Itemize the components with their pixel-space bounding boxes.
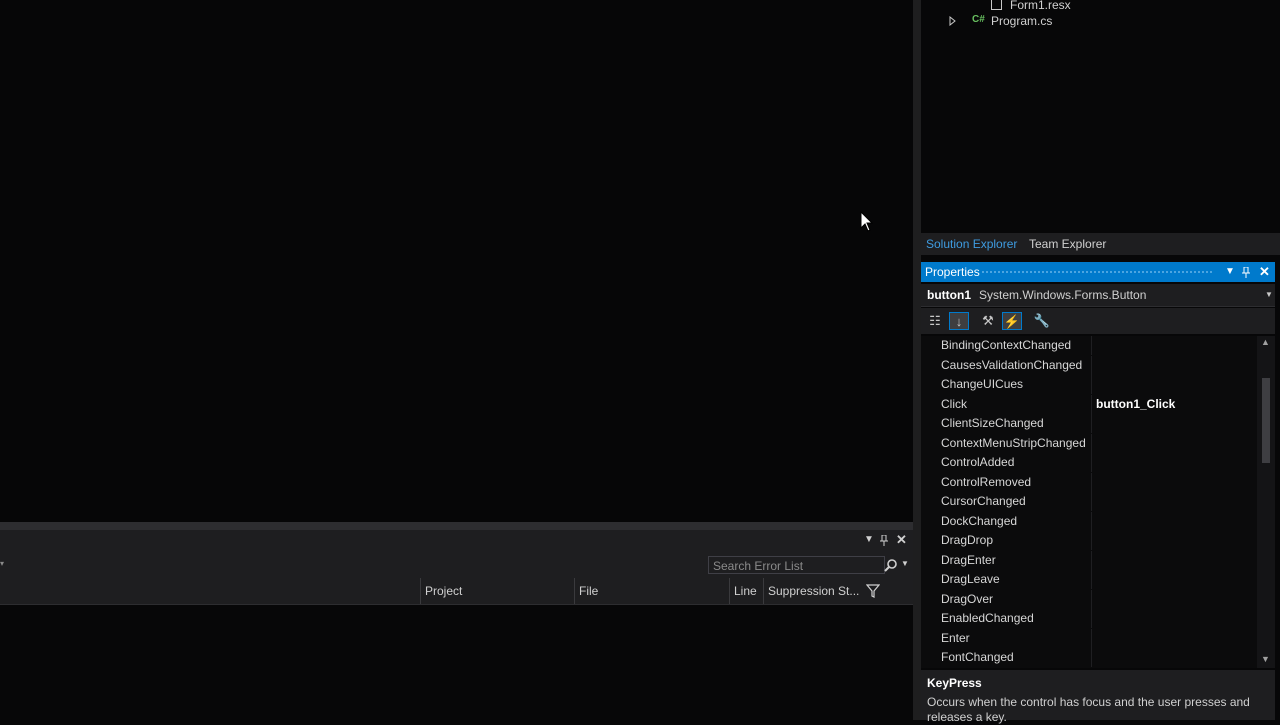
description-text: Occurs when the control has focus and th…: [927, 695, 1250, 724]
event-name: ClientSizeChanged: [941, 416, 1044, 430]
dropdown-arrow-icon[interactable]: ▼: [864, 534, 874, 545]
events-icon[interactable]: ⚡: [1002, 312, 1022, 330]
properties-scrollbar[interactable]: ▲ ▼: [1257, 336, 1275, 668]
expand-arrow-icon[interactable]: [949, 16, 957, 26]
event-name: ContextMenuStripChanged: [941, 435, 1086, 450]
object-type: System.Windows.Forms.Button: [979, 288, 1147, 302]
properties-icon[interactable]: ⚒: [978, 312, 998, 330]
search-icon[interactable]: [884, 558, 898, 572]
event-row[interactable]: DragEnter: [921, 550, 1257, 571]
filter-icon[interactable]: [866, 584, 880, 598]
tab-team-explorer[interactable]: Team Explorer: [1024, 233, 1111, 255]
event-name: CausesValidationChanged: [941, 357, 1083, 372]
event-row[interactable]: DragDrop: [921, 531, 1257, 551]
object-name: button1: [927, 288, 971, 302]
event-name: DragEnter: [941, 552, 996, 567]
event-row[interactable]: FontChanged: [921, 648, 1257, 668]
event-row[interactable]: DragLeave: [921, 570, 1257, 590]
pin-icon[interactable]: [880, 535, 888, 546]
event-name: FontChanged: [941, 650, 1014, 664]
tree-item-program-cs[interactable]: C# Program.cs: [949, 13, 1169, 29]
csharp-file-icon: C#: [972, 14, 985, 25]
event-row[interactable]: Enter: [921, 628, 1257, 649]
tab-solution-explorer[interactable]: Solution Explorer: [921, 233, 1022, 255]
scroll-down-icon[interactable]: ▼: [1261, 654, 1270, 664]
column-project[interactable]: Project: [420, 578, 574, 604]
alphabetical-icon[interactable]: ↓: [949, 312, 969, 330]
column-suppression-state[interactable]: Suppression St...: [763, 578, 863, 604]
event-name: BindingContextChanged: [941, 338, 1072, 352]
pin-icon[interactable]: [1242, 267, 1250, 278]
event-row[interactable]: ContextMenuStripChanged: [921, 433, 1257, 454]
event-name: EnabledChanged: [941, 611, 1034, 625]
event-row[interactable]: ControlRemoved: [921, 472, 1257, 493]
error-list-header: ▼ ✕: [0, 530, 913, 552]
property-description: KeyPress Occurs when the control has foc…: [921, 670, 1275, 724]
event-row[interactable]: BindingContextChanged: [921, 336, 1257, 356]
scroll-thumb[interactable]: [1262, 378, 1270, 463]
event-name: ChangeUICues: [941, 377, 1024, 391]
event-row[interactable]: ControlAdded: [921, 453, 1257, 473]
panel-splitter[interactable]: [913, 0, 921, 720]
search-error-list-input[interactable]: Search Error List: [708, 556, 885, 574]
error-list-body: [0, 605, 913, 720]
scroll-up-icon[interactable]: ▲: [1261, 337, 1270, 347]
description-title: KeyPress: [927, 676, 982, 690]
event-row[interactable]: CursorChanged: [921, 492, 1257, 512]
column-file[interactable]: File: [574, 578, 729, 604]
search-options-icon[interactable]: ▼: [901, 559, 909, 568]
event-name: DragLeave: [941, 572, 1000, 586]
event-row[interactable]: ClientSizeChanged: [921, 414, 1257, 434]
mouse-cursor-icon: [860, 211, 874, 232]
column-line[interactable]: Line: [729, 578, 763, 604]
event-name: CursorChanged: [941, 494, 1026, 508]
event-row[interactable]: DragOver: [921, 589, 1257, 610]
event-row[interactable]: ChangeUICues: [921, 375, 1257, 395]
event-name: DragOver: [941, 591, 994, 606]
properties-toolbar: ☷ ↓ ⚒ ⚡ 🔧: [921, 308, 1275, 334]
event-row[interactable]: EnabledChanged: [921, 609, 1257, 629]
error-list-columns: Project File Line Suppression St...: [0, 578, 913, 605]
resx-file-icon: [991, 0, 1002, 10]
event-row[interactable]: CausesValidationChanged: [921, 355, 1257, 376]
code-editor[interactable]: [0, 0, 913, 522]
filter-dropdown-icon[interactable]: ▾: [0, 559, 4, 568]
event-name: ControlAdded: [941, 455, 1015, 469]
properties-title-bar[interactable]: Properties ▼ ✕: [921, 262, 1275, 282]
event-value[interactable]: button1_Click: [1096, 395, 1175, 414]
categorized-icon[interactable]: ☷: [925, 312, 945, 330]
event-name: DragDrop: [941, 533, 994, 547]
error-list-splitter[interactable]: [0, 522, 913, 530]
tree-item-label: Program.cs: [991, 14, 1053, 28]
object-selector[interactable]: button1 System.Windows.Forms.Button ▼: [921, 284, 1275, 307]
chevron-down-icon[interactable]: ▼: [1265, 284, 1273, 306]
event-row[interactable]: Click button1_Click: [921, 394, 1257, 415]
event-name: Click: [941, 396, 967, 411]
solution-explorer-tree: Form1.resx C# Program.cs: [921, 0, 1280, 233]
event-name: Enter: [941, 630, 970, 645]
event-row[interactable]: DockChanged: [921, 511, 1257, 532]
title-grip: [981, 270, 1213, 274]
explorer-tabs: Solution Explorer Team Explorer: [921, 233, 1280, 255]
properties-grid: BindingContextChanged CausesValidationCh…: [921, 336, 1257, 668]
close-icon[interactable]: ✕: [896, 532, 907, 548]
properties-title: Properties: [925, 265, 980, 279]
tree-item-form1-resx[interactable]: Form1.resx: [991, 0, 1191, 12]
close-icon[interactable]: ✕: [1259, 262, 1270, 282]
property-pages-icon[interactable]: 🔧: [1032, 312, 1052, 330]
dropdown-arrow-icon[interactable]: ▼: [1225, 262, 1235, 282]
event-name: ControlRemoved: [941, 474, 1032, 489]
event-name: DockChanged: [941, 513, 1018, 528]
tree-item-label: Form1.resx: [1010, 0, 1071, 12]
